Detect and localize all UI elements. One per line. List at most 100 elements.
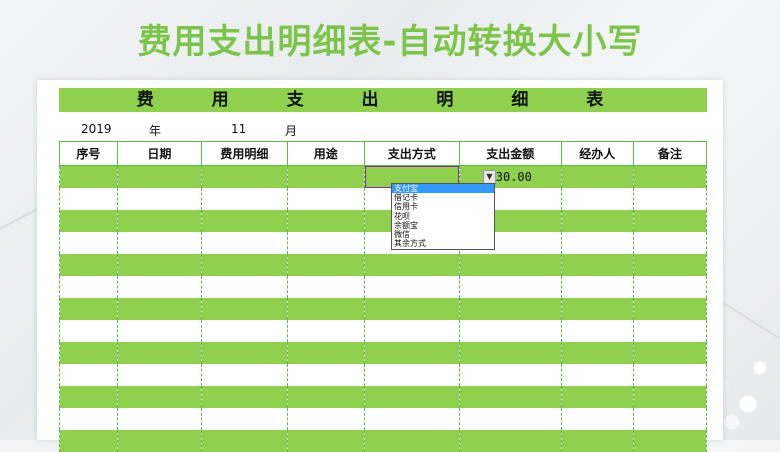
table-cell[interactable] <box>560 430 634 452</box>
table-cell[interactable] <box>632 430 708 452</box>
table-cell[interactable] <box>560 298 634 320</box>
table-cell[interactable] <box>286 232 365 254</box>
table-cell[interactable] <box>632 276 708 298</box>
table-cell[interactable] <box>458 320 562 342</box>
header-payment-method[interactable]: 支出方式 <box>363 141 460 166</box>
table-cell[interactable] <box>59 232 118 254</box>
table-cell[interactable] <box>458 386 562 408</box>
table-cell[interactable] <box>458 408 562 430</box>
table-cell[interactable] <box>632 232 708 254</box>
table-cell[interactable] <box>286 276 365 298</box>
table-cell[interactable] <box>560 342 634 364</box>
table-cell[interactable] <box>458 254 562 276</box>
table-cell[interactable] <box>201 254 288 276</box>
year-value[interactable]: 2019 <box>81 122 112 136</box>
table-cell[interactable] <box>59 408 118 430</box>
table-cell[interactable] <box>59 254 118 276</box>
table-cell[interactable] <box>632 364 708 386</box>
dropdown-option[interactable]: 余额宝 <box>392 221 494 230</box>
table-cell[interactable] <box>59 210 118 232</box>
table-cell[interactable] <box>560 408 634 430</box>
table-cell[interactable] <box>286 165 365 188</box>
table-cell[interactable] <box>363 276 460 298</box>
table-cell[interactable] <box>632 408 708 430</box>
table-cell[interactable] <box>201 408 288 430</box>
table-cell[interactable] <box>560 165 634 188</box>
table-cell[interactable] <box>560 254 634 276</box>
table-cell[interactable] <box>201 298 288 320</box>
table-cell[interactable] <box>560 386 634 408</box>
table-cell[interactable] <box>201 232 288 254</box>
table-cell[interactable] <box>560 276 634 298</box>
table-cell[interactable] <box>59 386 118 408</box>
table-cell[interactable] <box>59 165 118 188</box>
header-expense-detail[interactable]: 费用明细 <box>201 141 288 166</box>
header-date[interactable]: 日期 <box>116 141 203 166</box>
table-cell[interactable] <box>632 210 708 232</box>
table-cell[interactable] <box>201 165 288 188</box>
table-cell[interactable] <box>286 188 365 210</box>
payment-method-dropdown-list[interactable]: 支付宝 借记卡 信用卡 花呗 余额宝 微信 其余方式 <box>391 183 495 251</box>
table-cell[interactable] <box>59 298 118 320</box>
month-value[interactable]: 11 <box>231 122 246 136</box>
table-cell[interactable] <box>59 320 118 342</box>
table-cell[interactable] <box>59 430 118 452</box>
table-cell[interactable] <box>363 386 460 408</box>
table-cell[interactable] <box>363 320 460 342</box>
table-cell[interactable] <box>363 364 460 386</box>
table-cell[interactable] <box>560 232 634 254</box>
table-cell[interactable] <box>286 364 365 386</box>
table-cell[interactable] <box>201 364 288 386</box>
table-cell[interactable] <box>632 320 708 342</box>
dropdown-option[interactable]: 信用卡 <box>392 202 494 211</box>
table-cell[interactable] <box>201 430 288 452</box>
table-cell[interactable] <box>116 342 203 364</box>
table-cell[interactable] <box>286 320 365 342</box>
dropdown-option[interactable]: 支付宝 <box>392 184 494 194</box>
table-cell[interactable] <box>458 430 562 452</box>
table-cell[interactable] <box>201 386 288 408</box>
dropdown-option[interactable]: 花呗 <box>392 212 494 221</box>
table-cell[interactable] <box>632 188 708 210</box>
dropdown-arrow-icon[interactable]: ▼ <box>483 170 496 184</box>
table-cell[interactable] <box>116 364 203 386</box>
table-cell[interactable] <box>201 320 288 342</box>
table-cell[interactable] <box>286 254 365 276</box>
header-remarks[interactable]: 备注 <box>632 141 708 166</box>
table-cell[interactable] <box>632 254 708 276</box>
table-cell[interactable] <box>632 342 708 364</box>
table-cell[interactable] <box>632 386 708 408</box>
dropdown-option[interactable]: 其余方式 <box>392 239 494 248</box>
table-cell[interactable] <box>458 276 562 298</box>
table-cell[interactable] <box>560 364 634 386</box>
table-cell[interactable] <box>458 342 562 364</box>
table-cell[interactable] <box>201 342 288 364</box>
dropdown-option[interactable]: 微信 <box>392 230 494 239</box>
table-cell[interactable] <box>59 276 118 298</box>
table-cell[interactable] <box>560 320 634 342</box>
table-cell[interactable] <box>286 430 365 452</box>
table-cell[interactable] <box>286 210 365 232</box>
table-cell[interactable] <box>116 320 203 342</box>
table-cell[interactable] <box>116 276 203 298</box>
table-cell[interactable] <box>560 188 634 210</box>
table-cell[interactable] <box>363 342 460 364</box>
header-purpose[interactable]: 用途 <box>286 141 365 166</box>
table-cell[interactable] <box>363 298 460 320</box>
table-cell[interactable] <box>286 408 365 430</box>
table-cell[interactable] <box>116 430 203 452</box>
table-cell[interactable] <box>286 298 365 320</box>
table-cell[interactable] <box>458 298 562 320</box>
table-cell[interactable] <box>363 408 460 430</box>
header-amount[interactable]: 支出金额 <box>458 141 562 166</box>
table-cell[interactable] <box>632 298 708 320</box>
table-cell[interactable] <box>116 386 203 408</box>
table-cell[interactable] <box>116 254 203 276</box>
table-cell[interactable] <box>116 188 203 210</box>
table-cell[interactable] <box>458 364 562 386</box>
table-cell[interactable] <box>560 210 634 232</box>
table-cell[interactable] <box>286 386 365 408</box>
table-cell[interactable] <box>201 188 288 210</box>
table-cell[interactable] <box>116 165 203 188</box>
table-cell[interactable] <box>201 276 288 298</box>
